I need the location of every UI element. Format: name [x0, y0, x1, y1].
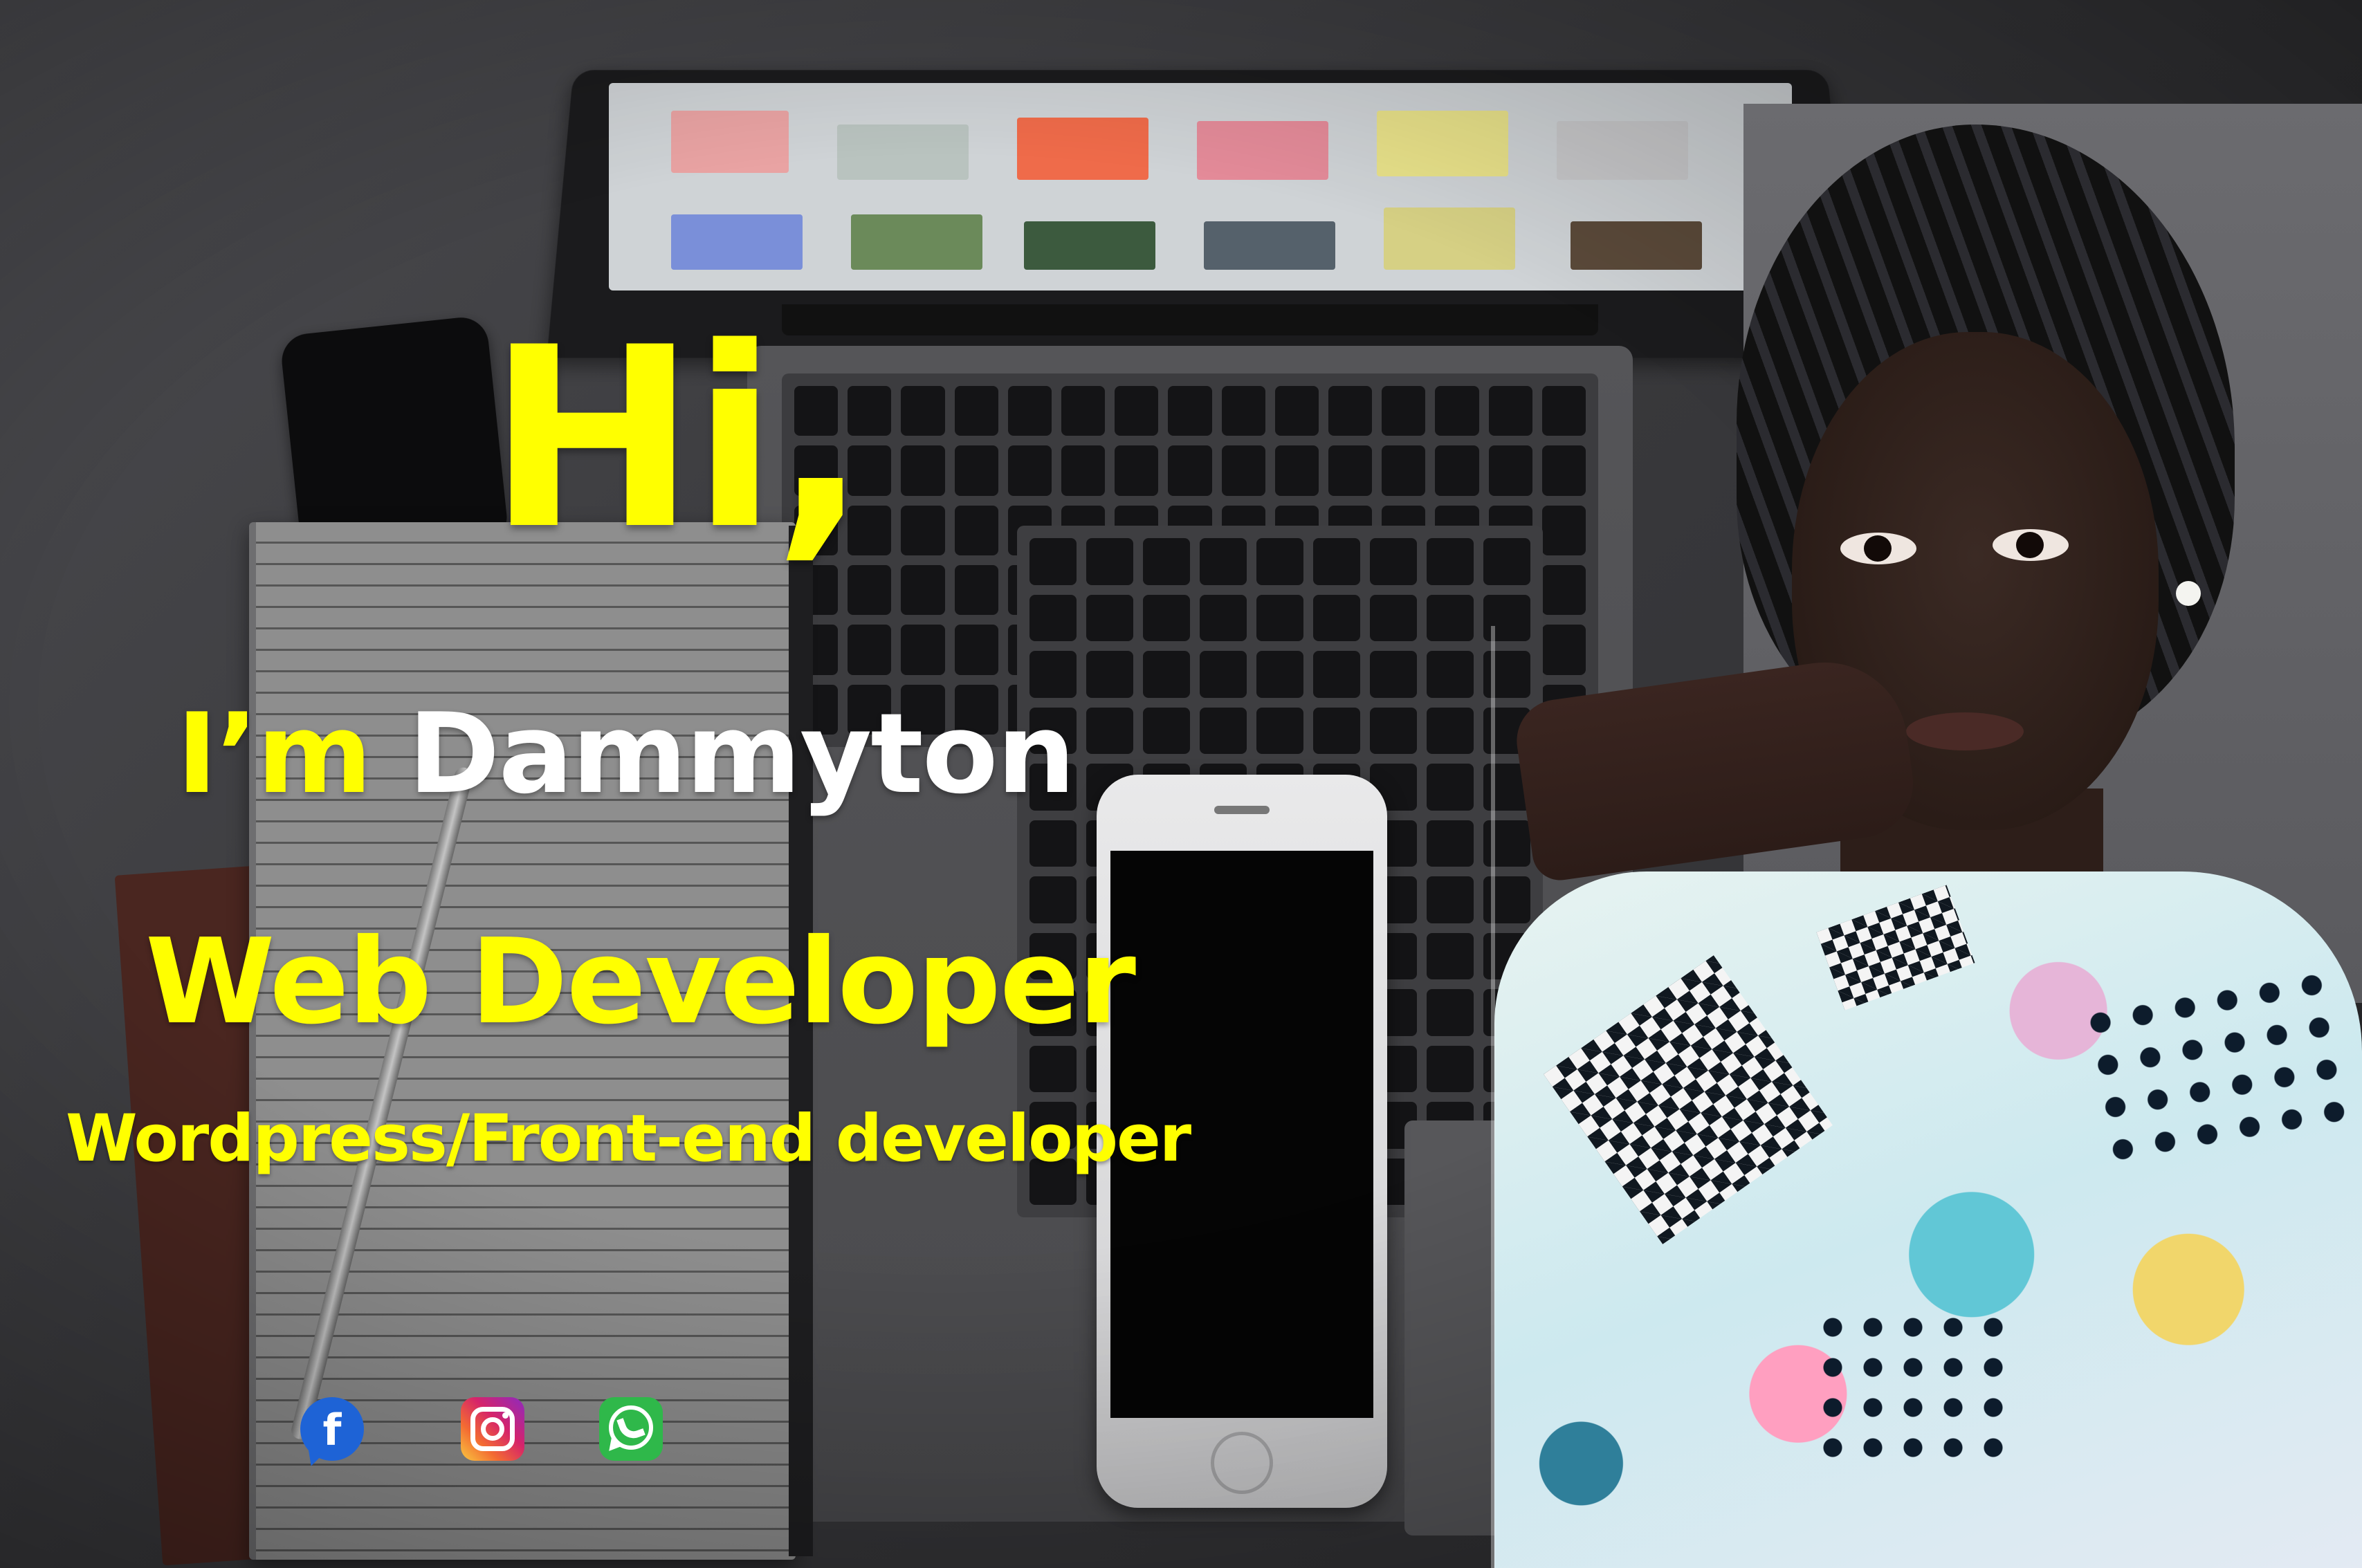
keyboard-key	[1274, 445, 1319, 496]
keyboard-key	[1029, 594, 1077, 641]
laptop-display	[609, 83, 1792, 290]
keyboard-key	[1007, 445, 1052, 496]
portrait-eye-right	[1993, 529, 2069, 561]
keyboard-key	[954, 386, 998, 436]
keyboard-key	[1200, 651, 1247, 698]
keyboard-key	[1029, 538, 1077, 585]
instagram-flash-dot	[502, 1412, 509, 1419]
keyboard-key	[1370, 538, 1417, 585]
keyboard-key	[1370, 707, 1417, 754]
white-smartphone-speaker	[1214, 806, 1270, 814]
keyboard-key	[1086, 707, 1133, 754]
keyboard-key	[1200, 538, 1247, 585]
keyboard-key	[1221, 445, 1265, 496]
keyboard-key	[1541, 445, 1586, 496]
keyboard-key	[1427, 594, 1474, 641]
keyboard-key	[1427, 820, 1474, 867]
person-name: Dammyton	[408, 689, 1076, 818]
keyboard-key	[1541, 625, 1586, 675]
keyboard-key	[1313, 707, 1360, 754]
keyboard-key	[1435, 386, 1479, 436]
keyboard-key	[1115, 445, 1159, 496]
keyboard-key	[1086, 594, 1133, 641]
keyboard-key	[1221, 386, 1265, 436]
keyboard-key	[1313, 651, 1360, 698]
keyboard-key	[1488, 445, 1532, 496]
keyboard-key	[1427, 538, 1474, 585]
keyboard-key	[1370, 651, 1417, 698]
keyboard-key	[901, 625, 945, 675]
keyboard-key	[1168, 445, 1212, 496]
keyboard-key	[1256, 707, 1303, 754]
keyboard-key	[1427, 876, 1474, 923]
keyboard-key	[1483, 538, 1530, 585]
instagram-lens	[481, 1417, 504, 1441]
laptop-hinge	[782, 304, 1598, 335]
intro-line: I’m Dammyton	[176, 699, 1076, 809]
keyboard-key	[1488, 386, 1532, 436]
keyboard-key	[1427, 1045, 1474, 1092]
banner-image: Hi, I’m Dammyton Web Developer Wordpress…	[0, 0, 2362, 1568]
job-title: Web Developer	[145, 914, 1136, 1051]
keyboard-key	[1328, 445, 1373, 496]
keyboard-key	[1370, 594, 1417, 641]
keyboard-key	[1143, 594, 1190, 641]
keyboard-key	[1200, 594, 1247, 641]
keyboard-key	[901, 505, 945, 555]
keyboard-key	[1115, 386, 1159, 436]
portrait-earring	[2176, 581, 2201, 606]
greeting-heading: Hi,	[488, 294, 868, 584]
keyboard-key	[954, 565, 998, 616]
job-specialty: Wordpress/Front-end developer	[66, 1101, 1191, 1177]
keyboard-key	[1313, 594, 1360, 641]
whatsapp-icon[interactable]	[599, 1397, 663, 1461]
keyboard-key	[1168, 386, 1212, 436]
keyboard-key	[1029, 820, 1077, 867]
keyboard-key	[1427, 651, 1474, 698]
keyboard-key	[1143, 651, 1190, 698]
keyboard-key	[1427, 707, 1474, 754]
keyboard-key	[1256, 651, 1303, 698]
intro-prefix: I’m	[176, 689, 408, 818]
keyboard-key	[1061, 386, 1106, 436]
keyboard-key	[1427, 989, 1474, 1036]
keyboard-key	[1256, 538, 1303, 585]
keyboard-key	[1541, 505, 1586, 555]
keyboard-key	[954, 445, 998, 496]
keyboard-key	[1200, 707, 1247, 754]
keyboard-key	[901, 565, 945, 616]
keyboard-key	[1007, 386, 1052, 436]
keyboard-key	[1086, 651, 1133, 698]
portrait-eye-left	[1840, 533, 1916, 564]
keyboard-key	[1328, 386, 1373, 436]
keyboard-key	[1029, 1045, 1077, 1092]
photo-edge	[1491, 626, 1495, 1568]
keyboard-key	[848, 625, 892, 675]
keyboard-key	[1256, 594, 1303, 641]
keyboard-key	[954, 625, 998, 675]
white-smartphone-home-button	[1211, 1432, 1273, 1494]
shirt-dot-pattern	[1813, 1307, 2020, 1459]
keyboard-key	[1061, 445, 1106, 496]
instagram-icon[interactable]	[461, 1397, 524, 1461]
keyboard-key	[901, 445, 945, 496]
keyboard-key	[1427, 764, 1474, 811]
keyboard-key	[1143, 707, 1190, 754]
keyboard-key	[1143, 538, 1190, 585]
keyboard-key	[1541, 386, 1586, 436]
keyboard-key	[1435, 445, 1479, 496]
keyboard-key	[1382, 386, 1426, 436]
keyboard-key	[1541, 565, 1586, 616]
keyboard-key	[954, 505, 998, 555]
keyboard-key	[1086, 538, 1133, 585]
keyboard-key	[1274, 386, 1319, 436]
keyboard-key	[901, 386, 945, 436]
keyboard-key	[1382, 445, 1426, 496]
keyboard-key	[1313, 538, 1360, 585]
keyboard-key	[1427, 932, 1474, 979]
facebook-icon[interactable]: f	[300, 1397, 364, 1461]
portrait-lips	[1906, 712, 2024, 750]
